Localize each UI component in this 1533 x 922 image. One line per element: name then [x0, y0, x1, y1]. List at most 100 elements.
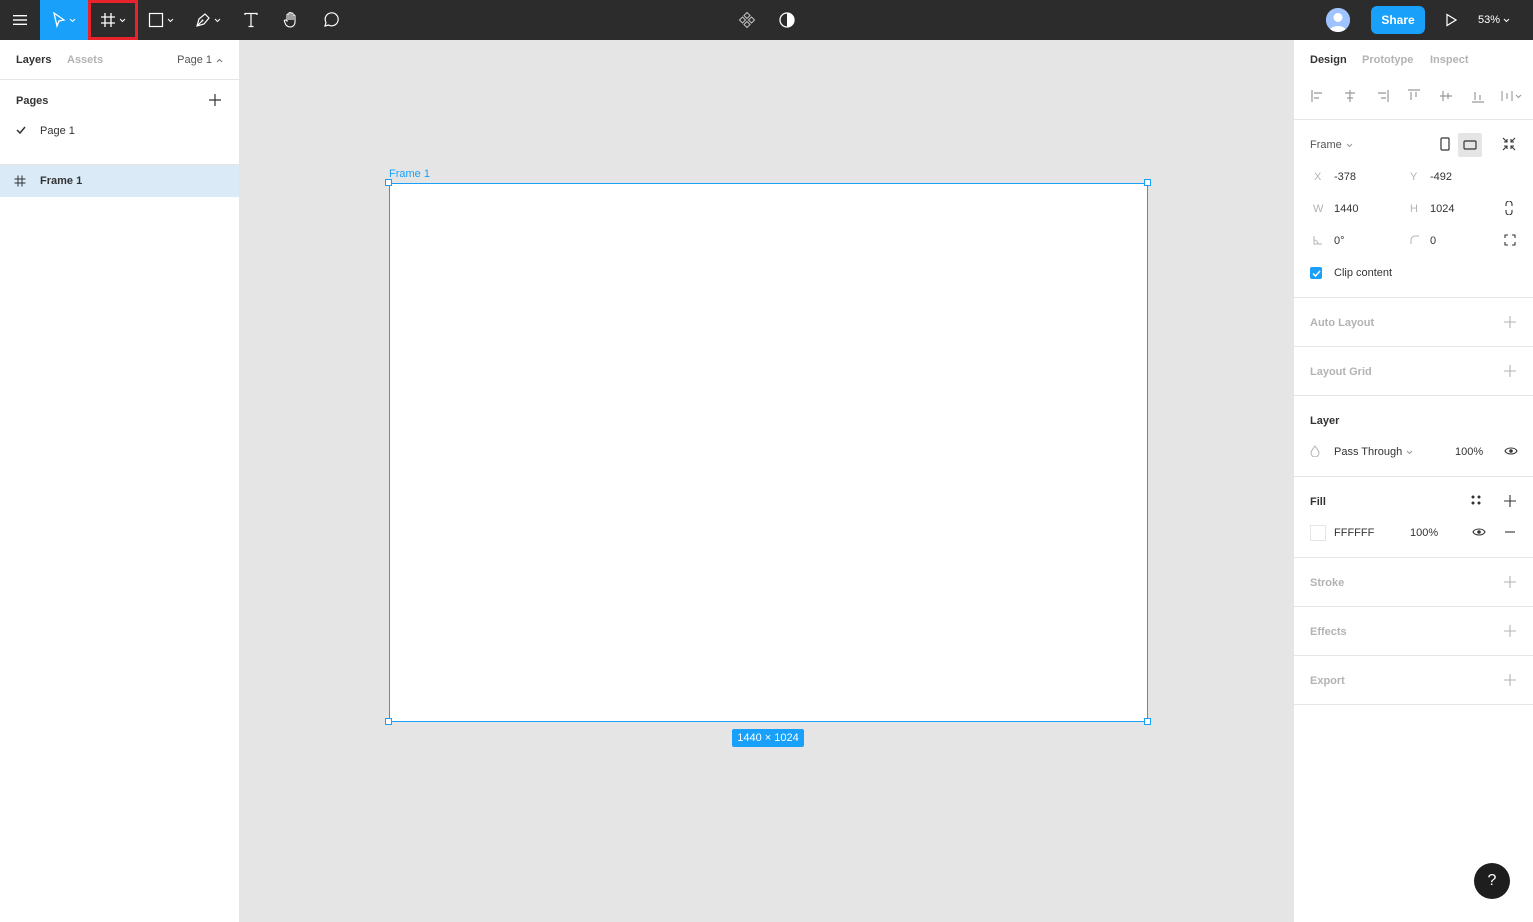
fill-row: FFFFFF 100% — [1310, 523, 1517, 543]
fill-opacity-input[interactable]: 100% — [1410, 527, 1438, 539]
tab-design[interactable]: Design — [1310, 54, 1347, 66]
resize-handle-top-right[interactable] — [1144, 179, 1151, 186]
rotation-radius-row: 0° 0 — [1310, 231, 1517, 251]
help-button[interactable]: ? — [1474, 863, 1510, 899]
resize-handle-bottom-right[interactable] — [1144, 718, 1151, 725]
layout-grid-title: Layout Grid — [1310, 366, 1372, 378]
pages-section: Pages Page 1 — [0, 80, 239, 165]
y-label: Y — [1410, 171, 1418, 183]
hand-tool-button[interactable] — [272, 0, 310, 40]
add-auto-layout-button[interactable] — [1503, 315, 1517, 329]
align-top-icon[interactable] — [1406, 88, 1422, 104]
pen-tool-button[interactable] — [184, 0, 232, 40]
pages-title: Pages — [16, 95, 49, 107]
move-tool-button[interactable] — [40, 0, 88, 40]
portrait-icon[interactable] — [1440, 136, 1450, 154]
zoom-menu[interactable]: 53% — [1478, 0, 1528, 40]
add-page-button[interactable] — [207, 92, 223, 108]
landscape-icon[interactable] — [1458, 133, 1482, 157]
share-button[interactable]: Share — [1371, 6, 1425, 34]
frame-1[interactable] — [389, 183, 1148, 722]
layer-item-label: Frame 1 — [40, 175, 83, 187]
frame-type-dropdown[interactable]: Frame — [1310, 139, 1342, 151]
eye-icon[interactable] — [1504, 446, 1518, 459]
independent-corners-icon[interactable] — [1504, 233, 1516, 249]
add-export-button[interactable] — [1503, 673, 1517, 687]
frame-label[interactable]: Frame 1 — [389, 168, 430, 180]
x-input[interactable]: -378 — [1334, 171, 1356, 183]
align-left-icon[interactable] — [1310, 88, 1326, 104]
main-menu-button[interactable] — [0, 0, 40, 40]
chevron-down-icon — [1406, 446, 1413, 458]
blend-mode-dropdown[interactable]: Pass Through — [1334, 446, 1402, 458]
distribute-icon[interactable] — [1500, 88, 1524, 104]
fill-section: Fill FFFFFF 100% — [1294, 477, 1533, 558]
clip-content-label: Clip content — [1334, 267, 1393, 279]
resize-handle-top-left[interactable] — [385, 179, 392, 186]
eye-icon[interactable] — [1472, 527, 1486, 540]
size-badge: 1440 × 1024 — [732, 729, 804, 747]
comment-tool-button[interactable] — [312, 0, 350, 40]
page-item[interactable]: Page 1 — [16, 125, 75, 137]
move-icon — [52, 12, 66, 28]
add-layout-grid-button[interactable] — [1503, 364, 1517, 378]
pen-icon — [195, 12, 211, 28]
hand-icon — [282, 11, 300, 29]
align-right-icon[interactable] — [1374, 88, 1390, 104]
export-section: Export — [1294, 656, 1533, 705]
page-selector[interactable]: Page 1 — [177, 54, 223, 66]
width-input[interactable]: 1440 — [1334, 203, 1358, 215]
tab-layers[interactable]: Layers — [16, 54, 51, 66]
resize-to-fit-icon[interactable] — [1502, 137, 1516, 154]
left-panel-tabs: Layers Assets Page 1 — [0, 40, 239, 80]
h-label: H — [1410, 203, 1418, 215]
auto-layout-title: Auto Layout — [1310, 317, 1375, 329]
layer-item-frame-1[interactable]: Frame 1 — [0, 165, 239, 197]
fill-color-swatch[interactable] — [1310, 525, 1326, 541]
align-vertical-center-icon[interactable] — [1438, 88, 1454, 104]
y-input[interactable]: -492 — [1430, 171, 1452, 183]
top-toolbar: Share 53% — [0, 0, 1533, 40]
position-row: X -378 Y -492 — [1310, 167, 1517, 187]
chevron-down-icon — [167, 18, 174, 23]
add-fill-button[interactable] — [1503, 494, 1517, 508]
frame-icon — [0, 175, 40, 187]
menu-icon — [12, 13, 28, 27]
add-stroke-button[interactable] — [1503, 575, 1517, 589]
tab-inspect[interactable]: Inspect — [1430, 54, 1469, 66]
clip-content-row[interactable]: Clip content — [1310, 263, 1517, 283]
align-bottom-icon[interactable] — [1470, 88, 1486, 104]
style-grid-icon[interactable] — [1470, 494, 1482, 509]
frame-tool-button[interactable] — [88, 0, 138, 40]
plus-icon — [1503, 495, 1517, 511]
corner-radius-input[interactable]: 0 — [1430, 235, 1436, 247]
fill-hex-input[interactable]: FFFFFF — [1334, 527, 1374, 539]
height-input[interactable]: 1024 — [1430, 203, 1454, 215]
fill-title: Fill — [1310, 496, 1326, 508]
minus-icon[interactable] — [1504, 526, 1516, 541]
tab-prototype[interactable]: Prototype — [1362, 54, 1413, 66]
layout-grid-section: Layout Grid — [1294, 347, 1533, 396]
add-effect-button[interactable] — [1503, 624, 1517, 638]
blend-mode-icon — [1310, 444, 1320, 460]
plus-icon — [1503, 625, 1517, 641]
contrast-button[interactable] — [768, 0, 806, 40]
text-tool-button[interactable] — [232, 0, 270, 40]
user-avatar[interactable] — [1326, 8, 1350, 32]
check-icon — [16, 125, 40, 137]
blend-row: Pass Through 100% — [1310, 442, 1518, 462]
shape-tool-button[interactable] — [138, 0, 184, 40]
rotation-input[interactable]: 0° — [1334, 235, 1345, 247]
x-label: X — [1314, 171, 1322, 183]
components-button[interactable] — [728, 0, 766, 40]
canvas[interactable]: Frame 1 1440 × 1024 — [240, 40, 1293, 922]
tab-assets[interactable]: Assets — [67, 54, 103, 66]
align-horizontal-center-icon[interactable] — [1342, 88, 1358, 104]
resize-handle-bottom-left[interactable] — [385, 718, 392, 725]
clip-content-checkbox[interactable] — [1310, 267, 1322, 279]
layer-opacity-input[interactable]: 100% — [1455, 446, 1483, 458]
constrain-proportions-icon[interactable] — [1505, 200, 1513, 218]
plus-icon — [1503, 674, 1517, 690]
plus-icon — [207, 94, 223, 111]
present-button[interactable] — [1436, 0, 1466, 40]
